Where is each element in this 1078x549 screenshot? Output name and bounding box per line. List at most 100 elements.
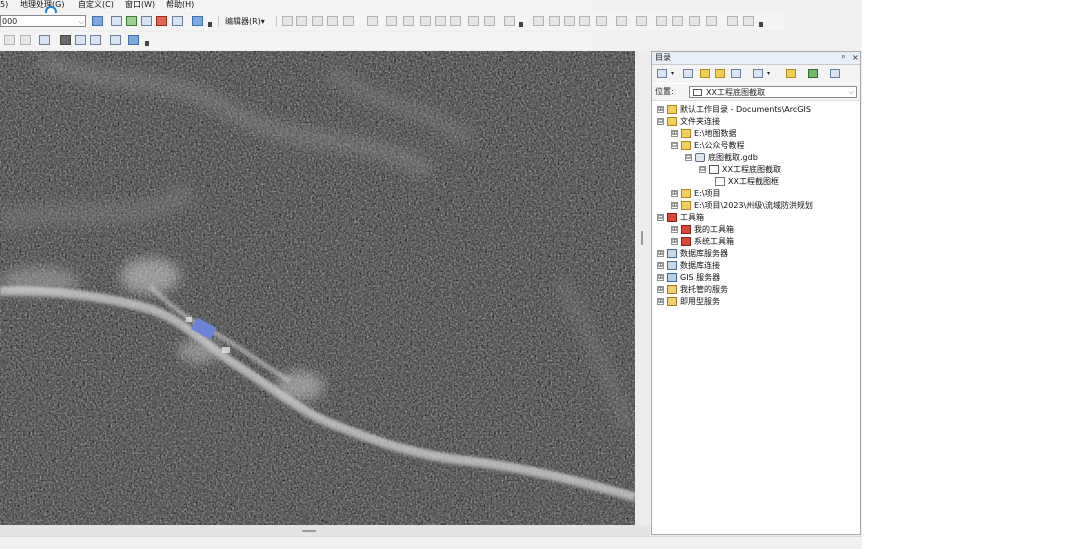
time-slider-icon[interactable] — [727, 16, 738, 26]
create-features-icon[interactable] — [504, 16, 515, 26]
dock-splitter[interactable] — [635, 51, 650, 536]
topology-icon[interactable] — [533, 16, 544, 26]
location-combobox[interactable]: XX工程底图截取 ⌵ — [689, 86, 857, 98]
view-options-icon[interactable] — [753, 69, 763, 78]
map-view[interactable] — [0, 51, 635, 525]
find-icon[interactable] — [60, 35, 71, 45]
back-dropdown-icon[interactable]: ▾ — [671, 69, 677, 78]
folder-icon — [681, 189, 691, 198]
expand-icon[interactable]: ⊞ — [657, 298, 664, 305]
map-scale-combobox[interactable]: 000 ⌵ — [0, 15, 86, 27]
magnifier-icon[interactable] — [110, 35, 121, 45]
up-one-level-icon[interactable] — [715, 69, 725, 78]
measure-icon[interactable] — [596, 16, 607, 26]
catalog-window-icon[interactable] — [126, 16, 137, 26]
back-arrow-icon[interactable] — [657, 69, 667, 78]
options-icon[interactable] — [808, 69, 818, 78]
edit-tool-icon[interactable] — [282, 16, 293, 26]
identify-icon[interactable] — [616, 16, 627, 26]
editor-toolbar-icon[interactable] — [92, 16, 103, 26]
georef-icon[interactable] — [564, 16, 575, 26]
toolbar-overflow-icon[interactable] — [519, 22, 523, 27]
cut-polygons-icon[interactable] — [420, 16, 431, 26]
html-popup-icon[interactable] — [656, 16, 667, 26]
full-extent-icon[interactable] — [20, 35, 31, 45]
collapse-icon[interactable]: ⊟ — [685, 154, 692, 161]
forward-arrow-icon[interactable] — [683, 69, 693, 78]
collapse-icon[interactable]: ⊟ — [671, 142, 678, 149]
collapse-icon[interactable]: ⊟ — [657, 214, 664, 221]
viewer-window-icon[interactable] — [128, 35, 139, 45]
expand-icon[interactable]: ⊞ — [657, 106, 664, 113]
editor-menu-button[interactable]: 编辑器(R)▾ — [225, 16, 265, 27]
split-icon[interactable] — [435, 16, 446, 26]
expand-icon[interactable]: ⊞ — [657, 250, 664, 257]
adjust-icon[interactable] — [579, 16, 590, 26]
search-window-icon[interactable] — [141, 16, 152, 26]
table-icon[interactable] — [689, 16, 700, 26]
table-of-contents-icon[interactable] — [111, 16, 122, 26]
toolbar-separator — [276, 16, 277, 27]
python-window-icon[interactable] — [172, 16, 183, 26]
find-route-icon[interactable] — [672, 16, 683, 26]
point-icon[interactable] — [367, 16, 378, 26]
straight-segment-icon[interactable] — [312, 16, 323, 26]
menu-item-selection[interactable]: 5) — [0, 0, 8, 10]
model-builder-icon[interactable] — [192, 16, 203, 26]
go-to-xy-icon[interactable] — [75, 35, 86, 45]
tree-item-label: E:\公众号教程 — [694, 141, 745, 150]
toolbar-overflow-icon[interactable] — [208, 22, 212, 27]
splitter-grip-icon[interactable] — [302, 530, 316, 532]
expand-icon[interactable]: ⊞ — [671, 226, 678, 233]
toolbox-icon — [681, 225, 691, 234]
toolbar-overflow-icon[interactable] — [145, 41, 149, 46]
trace-icon[interactable] — [343, 16, 354, 26]
splitter-grip-icon[interactable] — [641, 231, 643, 245]
tools-toolbar — [0, 32, 592, 49]
grid-icon[interactable] — [706, 16, 717, 26]
menu-item-geoprocessing[interactable]: 地理处理(G) — [20, 0, 64, 10]
pin-icon[interactable]: ᵖ — [842, 53, 845, 63]
sketch-properties-icon[interactable] — [484, 16, 495, 26]
create-viewer-icon[interactable] — [743, 16, 754, 26]
menu-item-help[interactable]: 帮助(H) — [166, 0, 194, 10]
hyperlink-icon[interactable] — [636, 16, 647, 26]
pan-icon[interactable] — [4, 35, 15, 45]
expand-icon[interactable]: ⊞ — [671, 190, 678, 197]
reshape-icon[interactable] — [403, 16, 414, 26]
gis-server-icon — [667, 273, 677, 282]
snapping-icon[interactable] — [549, 16, 560, 26]
folder-connection-icon — [667, 117, 677, 126]
collapse-icon[interactable]: ⊟ — [657, 118, 664, 125]
attributes-icon[interactable] — [468, 16, 479, 26]
map-bottom-splitter[interactable] — [0, 525, 650, 536]
details-icon[interactable] — [830, 69, 840, 78]
expand-icon[interactable]: ⊞ — [671, 238, 678, 245]
expand-icon[interactable]: ⊞ — [657, 262, 664, 269]
expand-icon[interactable]: ⊞ — [657, 286, 664, 293]
toggle-contents-icon[interactable] — [786, 69, 796, 78]
rotate-icon[interactable] — [450, 16, 461, 26]
tree-item-label: 默认工作目录 - Documents\ArcGIS — [680, 105, 811, 114]
expand-icon[interactable]: ⊞ — [657, 274, 664, 281]
tree-item-label: 数据库连接 — [680, 261, 720, 270]
select-features-icon[interactable] — [39, 35, 50, 45]
collapse-icon[interactable]: ⊟ — [699, 166, 706, 173]
measure-tool-icon[interactable] — [90, 35, 101, 45]
chevron-down-icon[interactable]: ⌵ — [79, 16, 84, 28]
catalog-window: 目录 ᵖ × ▾ ▾ 位置: XX工程底图截取 ⌵ ⊞ 默认工作目录 - Doc… — [651, 51, 861, 535]
chevron-down-icon[interactable]: ⌵ — [849, 87, 854, 98]
edit-vertices-icon[interactable] — [386, 16, 397, 26]
menu-item-windows[interactable]: 窗口(W) — [125, 0, 155, 10]
close-icon[interactable]: × — [852, 53, 859, 63]
toolbar-overflow-icon[interactable] — [759, 22, 763, 27]
menu-item-customize[interactable]: 自定义(C) — [78, 0, 114, 10]
view-dropdown-icon[interactable]: ▾ — [767, 69, 773, 78]
expand-icon[interactable]: ⊞ — [671, 130, 678, 137]
home-icon[interactable] — [700, 69, 710, 78]
arctoolbox-icon[interactable] — [156, 16, 167, 26]
expand-icon[interactable]: ⊞ — [671, 202, 678, 209]
edit-annotation-icon[interactable] — [296, 16, 307, 26]
end-point-arc-icon[interactable] — [327, 16, 338, 26]
connect-to-folder-icon[interactable] — [731, 69, 741, 78]
